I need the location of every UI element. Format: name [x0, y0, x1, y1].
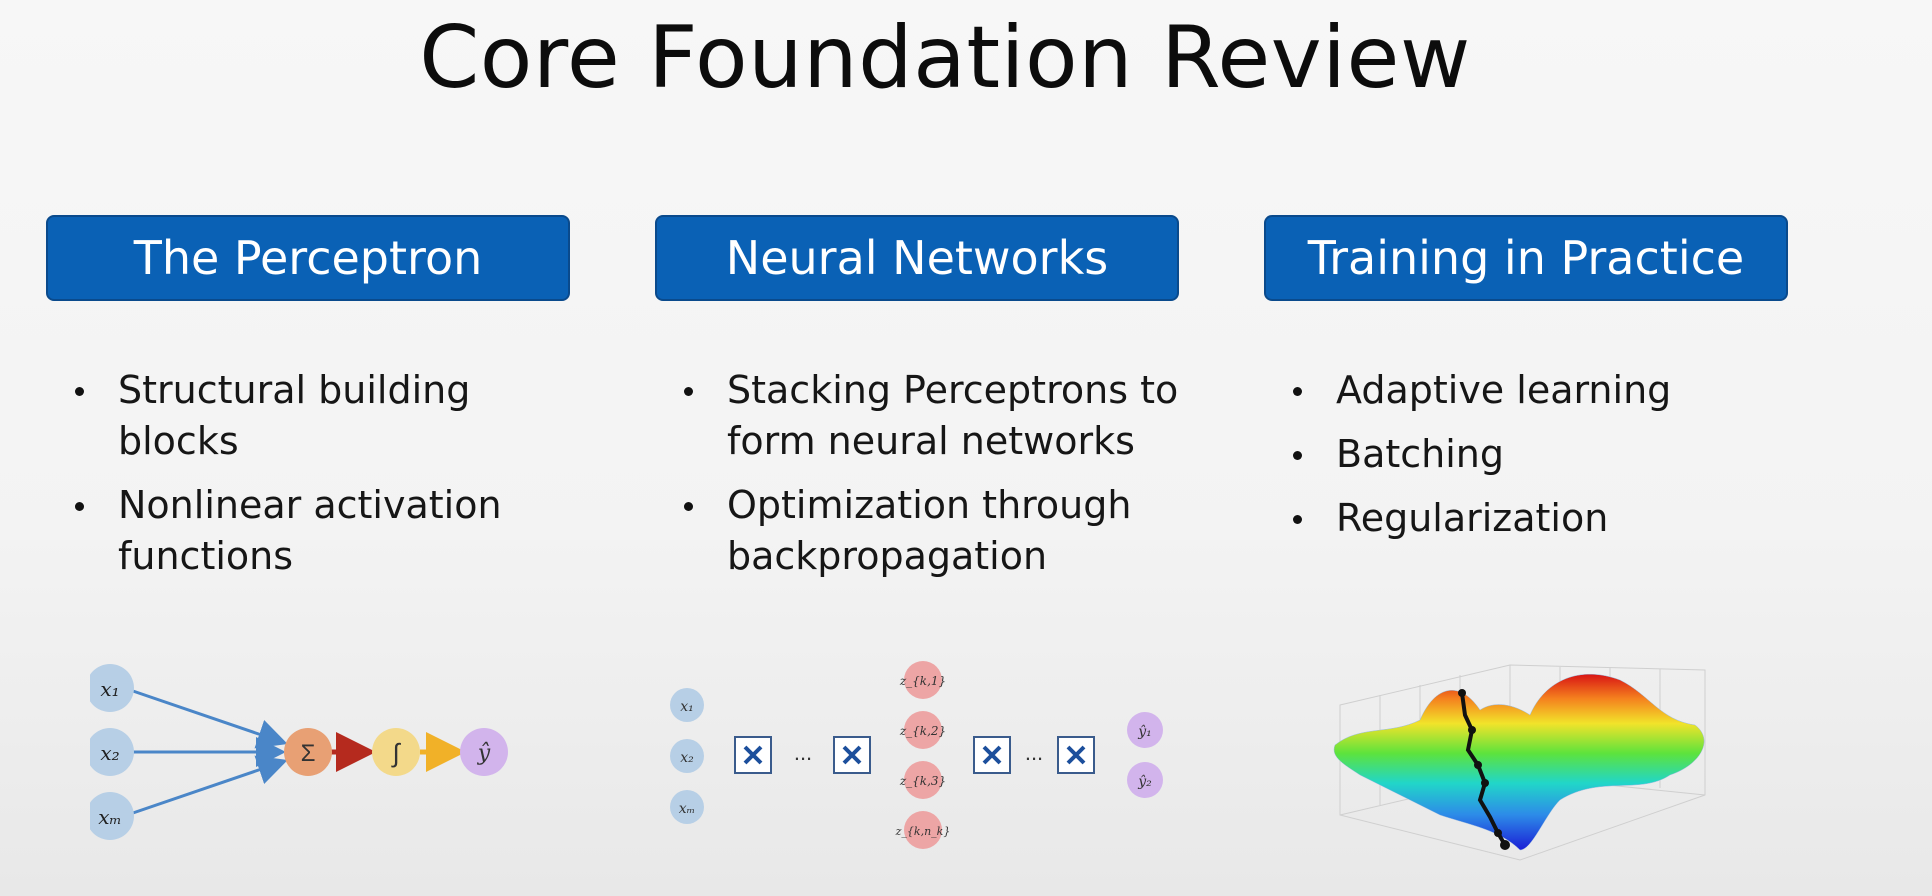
input-label-xm: xₘ: [679, 801, 695, 817]
weight-box-icon: [973, 736, 1011, 774]
input-label-xm: xₘ: [98, 805, 122, 829]
bullet-item: Structural building blocks: [70, 365, 570, 467]
header-perceptron: The Perceptron: [46, 215, 570, 301]
bullet-list-perceptron: Structural building blocks Nonlinear act…: [70, 365, 570, 595]
header-neural-networks: Neural Networks: [655, 215, 1179, 301]
column-training: Training in Practice Adaptive learning B…: [1264, 215, 1788, 540]
surface: [1333, 673, 1705, 851]
loss-surface-plot: [1333, 664, 1706, 861]
output-label: ŷ: [477, 741, 491, 766]
edge-x1-sum: [129, 688, 288, 749]
bullet-item: Regularization: [1288, 493, 1788, 544]
perceptron-diagram: x₁ x₂ xₘ Σ ∫ ŷ: [90, 664, 508, 840]
bullet-list-training: Adaptive learning Batching Regularizatio…: [1288, 365, 1788, 557]
bullet-item: Optimization through backpropagation: [679, 480, 1179, 582]
sum-symbol: Σ: [301, 740, 316, 767]
edge-xm-sum: [129, 755, 288, 816]
ellipsis: ...: [1025, 740, 1043, 765]
header-training: Training in Practice: [1264, 215, 1788, 301]
input-label-x2: x₂: [100, 741, 119, 765]
bullet-list-neural-networks: Stacking Perceptrons to form neural netw…: [679, 365, 1179, 595]
bullet-item: Nonlinear activation functions: [70, 480, 570, 582]
bullet-item: Adaptive learning: [1288, 365, 1788, 416]
weight-box-icon: [734, 736, 772, 774]
input-label-x1: x₁: [680, 699, 694, 715]
hidden-label-z2: z_{k,2}: [899, 724, 946, 738]
output-label-y1: ŷ₁: [1137, 723, 1152, 740]
weight-box-icon: [833, 736, 871, 774]
hidden-label-z1: z_{k,1}: [899, 674, 946, 688]
slide-title: Core Foundation Review: [419, 8, 1471, 108]
ellipsis: ...: [794, 740, 812, 765]
hidden-label-z3: z_{k,3}: [899, 774, 946, 788]
hidden-label-zn: z_{k,n_k}: [895, 825, 951, 838]
input-label-x2: x₂: [680, 750, 694, 766]
column-neural-networks: Neural Networks Stacking Perceptrons to …: [655, 215, 1179, 578]
network-diagram: x₁ x₂ xₘ ... z_{k,1} z_{k,2} z_{k,3} z_{…: [670, 661, 1163, 849]
column-perceptron: The Perceptron Structural building block…: [46, 215, 570, 578]
weight-box-icon: [1057, 736, 1095, 774]
output-label-y2: ŷ₂: [1137, 773, 1152, 790]
bullet-item: Stacking Perceptrons to form neural netw…: [679, 365, 1179, 467]
bullet-item: Batching: [1288, 429, 1788, 480]
input-label-x1: x₁: [100, 677, 119, 701]
